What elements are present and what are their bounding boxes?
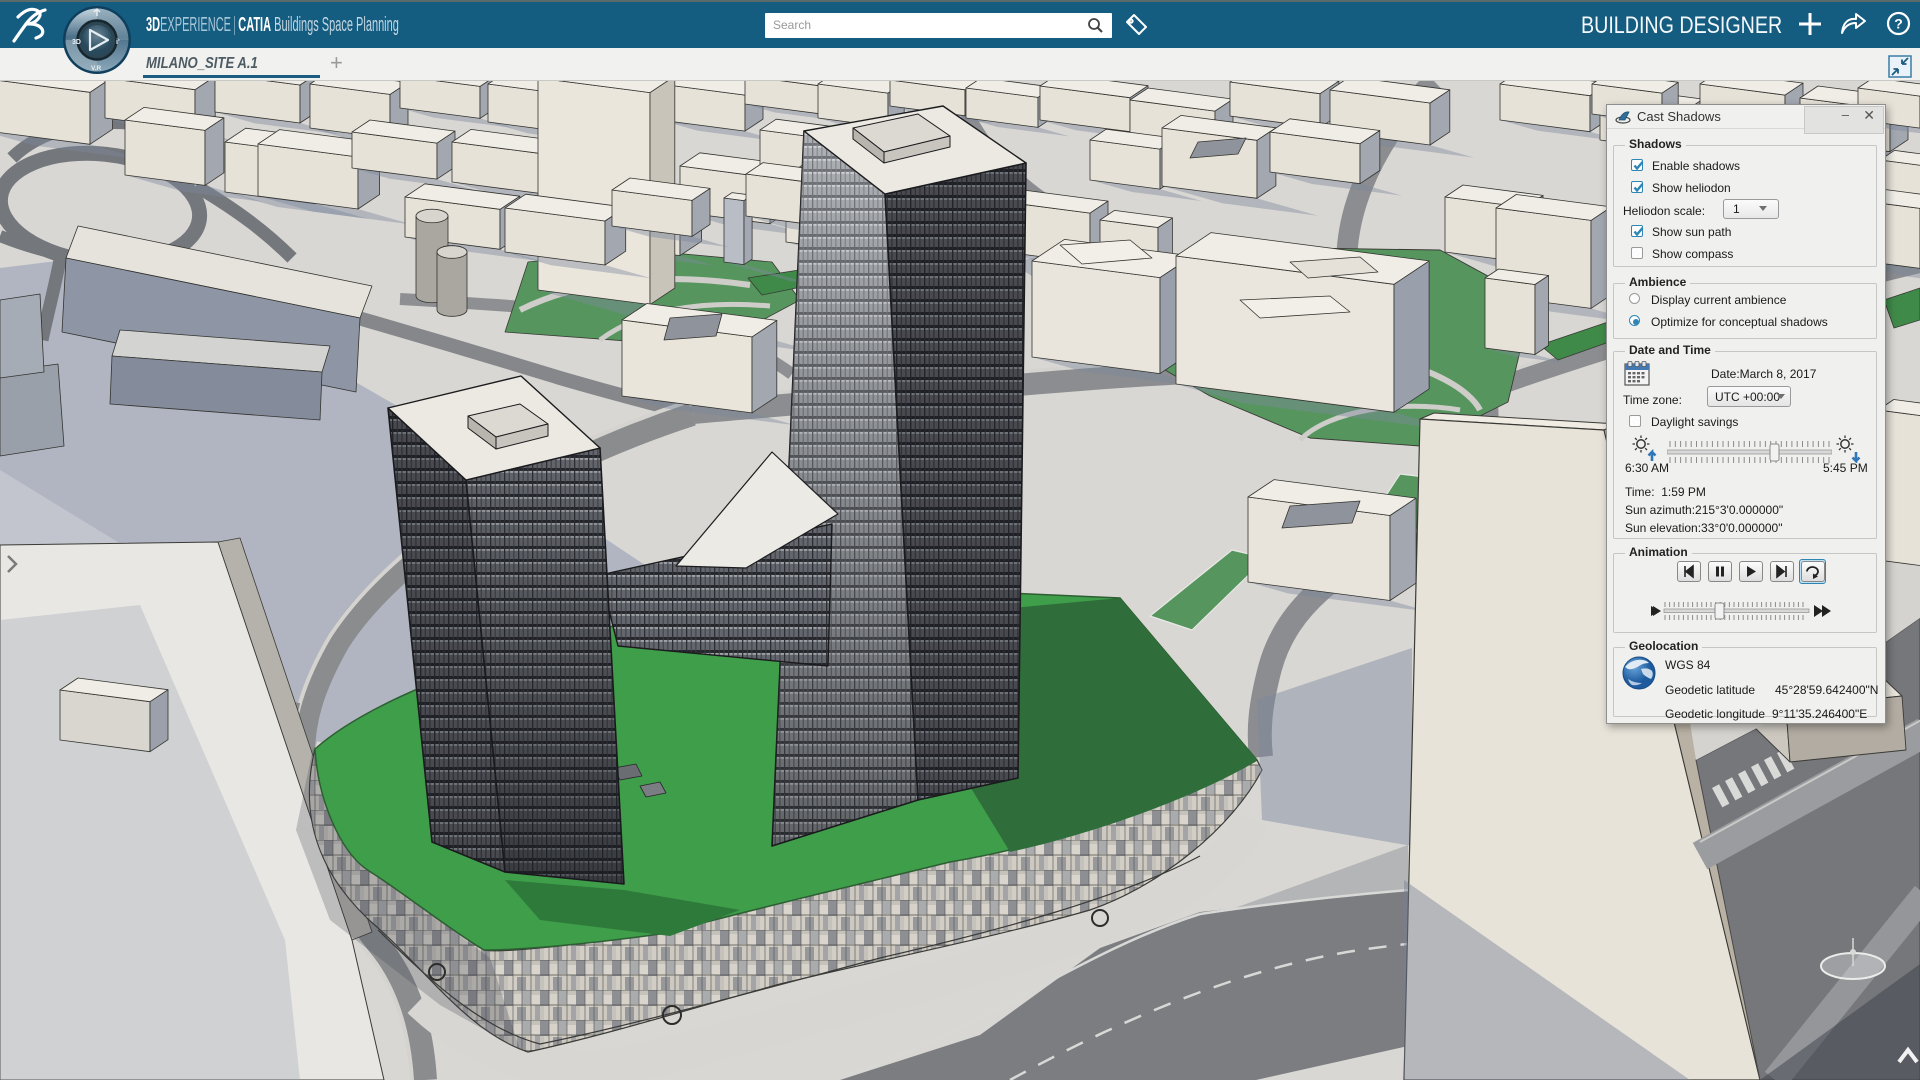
svg-text:?: ?: [1894, 16, 1903, 32]
svg-text:V.R: V.R: [91, 65, 102, 72]
svg-text:i': i': [116, 39, 120, 46]
svg-text:3D: 3D: [72, 39, 81, 46]
